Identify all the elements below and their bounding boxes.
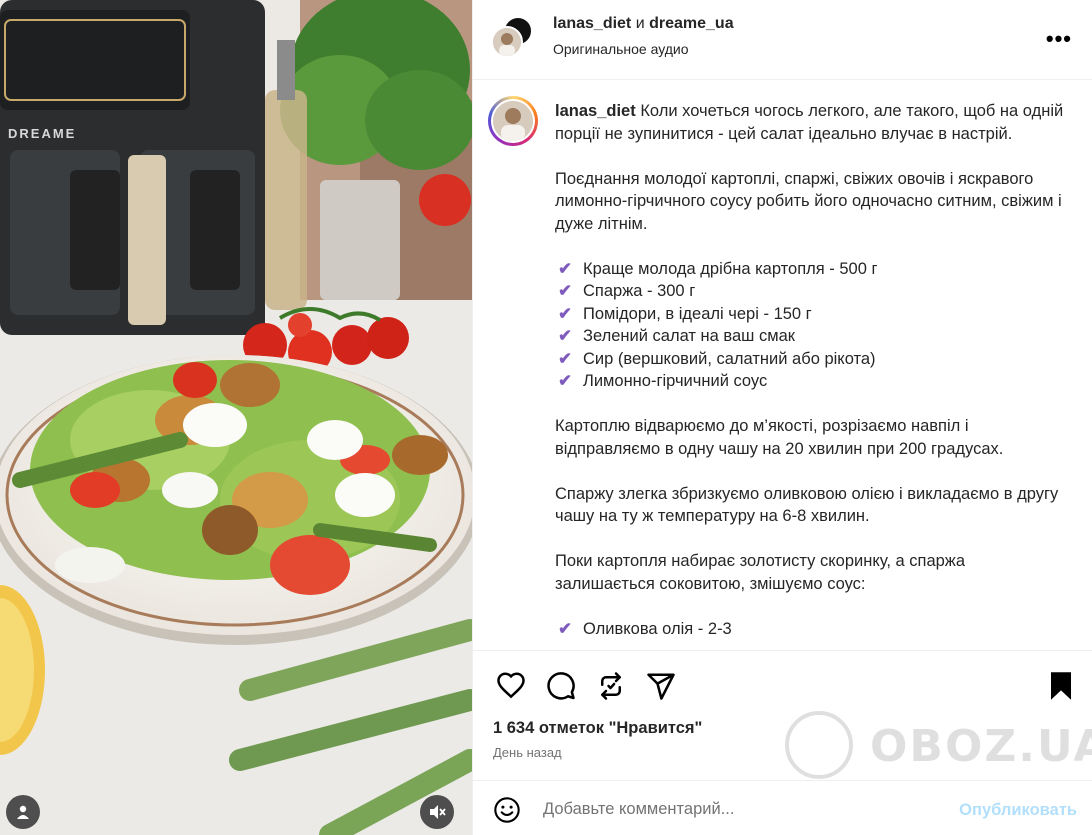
collab-names: lanas_diet и dreame_ua — [553, 15, 734, 33]
check-icon: ✔ — [558, 282, 572, 300]
repost-button[interactable] — [593, 668, 629, 704]
username-link-1[interactable]: lanas_diet — [553, 15, 631, 32]
list-item: ✔ Краще молода дрібна картопля - 500 г — [555, 258, 1065, 281]
comment-icon — [547, 672, 575, 700]
caption-avatar[interactable] — [488, 96, 538, 146]
caption-paragraph: Поєднання молодої картоплі, спаржі, свіж… — [555, 169, 1062, 233]
caption-paragraph: Спаржу злегка збризкуємо оливковою олією… — [555, 484, 1059, 526]
publish-button[interactable]: Опубликовать — [959, 801, 1077, 820]
check-icon: ✔ — [558, 259, 572, 278]
username-link-2[interactable]: dreame_ua — [649, 15, 734, 32]
audio-link[interactable]: Оригинальное аудио — [553, 41, 689, 57]
food-photo: DREAME — [0, 0, 472, 835]
muted-speaker-icon — [430, 805, 446, 819]
brand-label: DREAME — [8, 126, 76, 141]
avatar-photo — [493, 101, 533, 141]
ingredient-list: ✔ Краще молода дрібна картопля - 500 г ✔ С… — [555, 258, 1065, 393]
comment-button[interactable] — [543, 668, 579, 704]
save-button[interactable] — [1043, 668, 1079, 704]
post-side-panel: lanas_diet и dreame_ua Оригинальное ауди… — [472, 0, 1092, 835]
check-icon: ✔ — [558, 372, 572, 390]
watermark: OBOZ.UA — [785, 711, 1092, 781]
list-item: ✔ Сир (вершковий, салатний або рікота) — [555, 348, 1065, 371]
watermark-text: OBOZ.UA — [870, 721, 1092, 772]
likes-count[interactable]: 1 634 отметок "Нравится" — [493, 719, 702, 738]
list-item: ✔ Зелений салат на ваш смак — [555, 325, 1065, 348]
check-icon: ✔ — [558, 304, 572, 323]
list-item: ✔ Помідори, в ідеалі чері - 150 г — [555, 303, 1065, 326]
comment-bar: Опубликовать — [473, 780, 1092, 835]
repost-icon — [601, 672, 621, 700]
tagged-users-button[interactable] — [6, 795, 40, 829]
caption-paragraph: Картоплю відварюємо до м’якості, розріза… — [555, 417, 1004, 458]
ingredient-text: Помідори, в ідеалі чері - 150 г — [583, 304, 812, 323]
heart-icon — [497, 672, 525, 699]
ingredient-text: Сир (вершковий, салатний або рікота) — [583, 349, 876, 368]
caption-text: lanas_diet Коли хочеться чогось легкого,… — [555, 100, 1065, 650]
post-header: lanas_diet и dreame_ua Оригинальное ауди… — [473, 0, 1092, 80]
check-icon: ✔ — [558, 327, 572, 345]
check-icon: ✔ — [558, 619, 572, 638]
sauce-list: ✔ Оливкова олія - 2-3 — [555, 618, 1065, 641]
ingredient-text: Спаржа - 300 г — [583, 282, 696, 300]
post-media[interactable]: DREAME — [0, 0, 472, 835]
avatar-photo — [493, 28, 521, 56]
bookmark-icon — [1051, 672, 1071, 700]
list-item: ✔ Лимонно-гірчичний соус — [555, 370, 1065, 393]
mute-button[interactable] — [420, 795, 454, 829]
watermark-globe-icon — [785, 711, 853, 779]
share-button[interactable] — [643, 668, 679, 704]
ingredient-text: Краще молода дрібна картопля - 500 г — [583, 259, 878, 278]
like-button[interactable] — [493, 668, 529, 704]
post-date[interactable]: День назад — [493, 745, 562, 760]
conjunction: и — [635, 15, 645, 32]
caption-username[interactable]: lanas_diet — [555, 102, 636, 120]
list-item: ✔ Оливкова олія - 2-3 — [555, 618, 1065, 641]
caption-area[interactable]: lanas_diet Коли хочеться чогось легкого,… — [473, 80, 1092, 650]
list-item: ✔ Спаржа - 300 г — [555, 280, 1065, 303]
user-icon — [17, 805, 29, 819]
caption-paragraph: Поки картопля набирає золотисту скоринку… — [555, 552, 966, 593]
post-actions: OBOZ.UA 1 634 отметок "Нравится" День на… — [473, 650, 1092, 780]
collab-avatars[interactable] — [491, 16, 537, 60]
check-icon: ✔ — [558, 349, 572, 368]
emoji-icon — [494, 797, 520, 823]
comment-input[interactable] — [543, 794, 943, 824]
ingredient-text: Лимонно-гірчичний соус — [583, 372, 768, 390]
avatar-lanas-diet[interactable] — [491, 26, 523, 58]
ingredient-text: Оливкова олія - 2-3 — [583, 619, 732, 638]
emoji-button[interactable] — [493, 796, 521, 824]
more-options-button[interactable]: ••• — [1046, 26, 1072, 52]
ingredient-text: Зелений салат на ваш смак — [583, 327, 795, 345]
send-icon — [647, 673, 675, 700]
